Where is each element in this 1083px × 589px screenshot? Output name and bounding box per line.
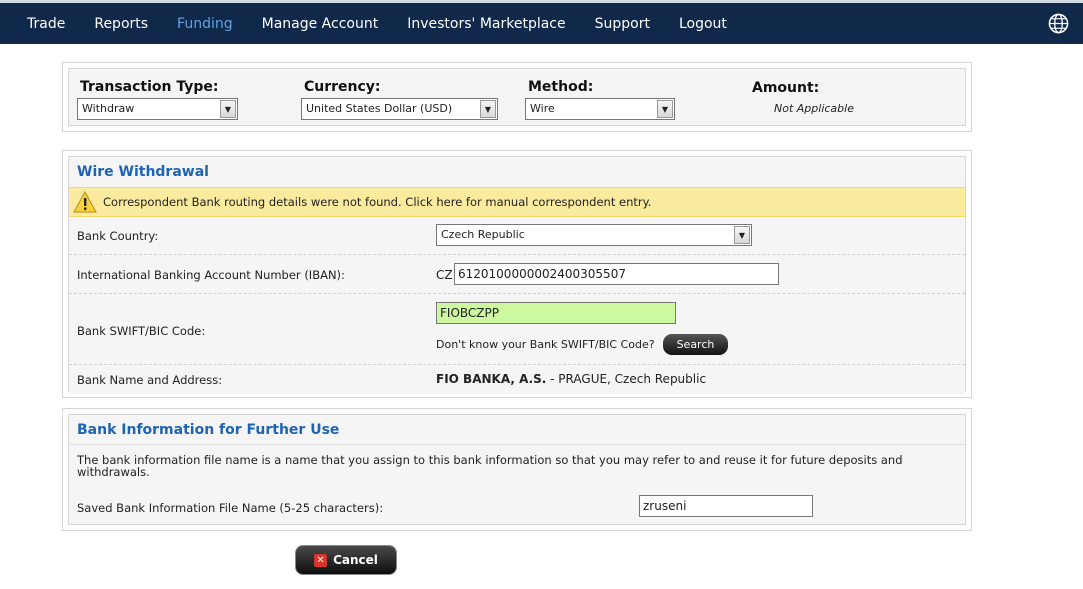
further-description: The bank information file name is a name… <box>77 453 903 479</box>
cancel-button[interactable]: ✕ Cancel <box>295 545 397 575</box>
section-title: Bank Information for Further Use <box>69 415 965 445</box>
iban-input[interactable]: 6120100000002400305507 <box>454 263 779 285</box>
method-label: Method: <box>528 79 594 95</box>
cancel-label: Cancel <box>333 553 378 567</box>
bank-country-value: Czech Republic <box>441 228 525 241</box>
warning-icon <box>73 191 97 213</box>
nav-manage-account[interactable]: Manage Account <box>262 16 379 32</box>
bank-country-label: Bank Country: <box>77 229 159 243</box>
transaction-type-group: Transaction Type: Withdraw ▼ <box>77 79 238 120</box>
currency-group: Currency: United States Dollar (USD) ▼ <box>301 79 498 120</box>
nav-investors-marketplace[interactable]: Investors' Marketplace <box>407 16 565 32</box>
method-group: Method: Wire ▼ <box>525 79 675 120</box>
bank-name-row: Bank Name and Address: FIO BANKA, A.S. -… <box>69 365 965 394</box>
iban-row: International Banking Account Number (IB… <box>69 255 965 294</box>
bank-name-label: Bank Name and Address: <box>77 373 223 387</box>
amount-value: Not Applicable <box>774 102 854 115</box>
method-value: Wire <box>530 102 555 115</box>
swift-row: Bank SWIFT/BIC Code: FIOBCZPP Don't know… <box>69 294 965 365</box>
section-title: Wire Withdrawal <box>69 157 965 187</box>
nav-funding[interactable]: Funding <box>177 16 233 32</box>
amount-label: Amount: <box>752 80 820 96</box>
transaction-type-value: Withdraw <box>82 102 135 115</box>
chevron-down-icon: ▼ <box>657 100 673 118</box>
transaction-type-label: Transaction Type: <box>80 79 219 95</box>
swift-input[interactable]: FIOBCZPP <box>436 302 676 324</box>
currency-select[interactable]: United States Dollar (USD) ▼ <box>301 98 498 120</box>
file-name-label: Saved Bank Information File Name (5-25 c… <box>77 501 384 515</box>
warning-text[interactable]: Correspondent Bank routing details were … <box>103 195 651 209</box>
chevron-down-icon: ▼ <box>220 100 236 118</box>
chevron-down-icon: ▼ <box>734 226 750 244</box>
nav-reports[interactable]: Reports <box>94 16 148 32</box>
search-button[interactable]: Search <box>662 334 729 355</box>
file-name-input[interactable]: zruseni <box>639 495 813 517</box>
amount-group: Amount: Not Applicable <box>749 79 899 115</box>
bank-country-row: Bank Country: Czech Republic ▼ <box>69 217 965 255</box>
iban-label: International Banking Account Number (IB… <box>77 268 345 282</box>
currency-label: Currency: <box>304 79 381 95</box>
main-nav: Trade Reports Funding Manage Account Inv… <box>0 3 1083 44</box>
chevron-down-icon: ▼ <box>480 100 496 118</box>
further-use-section: Bank Information for Further Use The ban… <box>62 408 972 531</box>
bank-country-select[interactable]: Czech Republic ▼ <box>436 224 752 246</box>
transaction-filters: Transaction Type: Withdraw ▼ Currency: Un… <box>62 62 972 132</box>
nav-support[interactable]: Support <box>595 16 650 32</box>
close-icon: ✕ <box>314 553 328 567</box>
wire-withdrawal-section: Wire Withdrawal Correspondent Bank routi… <box>62 150 972 398</box>
correspondent-warning[interactable]: Correspondent Bank routing details were … <box>69 187 965 217</box>
nav-logout[interactable]: Logout <box>679 16 727 32</box>
swift-label: Bank SWIFT/BIC Code: <box>77 324 206 338</box>
transaction-type-select[interactable]: Withdraw ▼ <box>77 98 238 120</box>
method-select[interactable]: Wire ▼ <box>525 98 675 120</box>
swift-help-text: Don't know your Bank SWIFT/BIC Code? <box>436 338 655 351</box>
bank-name: FIO BANKA, A.S. <box>436 372 547 386</box>
iban-prefix: CZ <box>436 268 453 282</box>
bank-address: - PRAGUE, Czech Republic <box>546 372 707 386</box>
globe-icon[interactable] <box>1048 13 1069 34</box>
nav-trade[interactable]: Trade <box>27 16 65 32</box>
currency-value: United States Dollar (USD) <box>306 102 453 115</box>
